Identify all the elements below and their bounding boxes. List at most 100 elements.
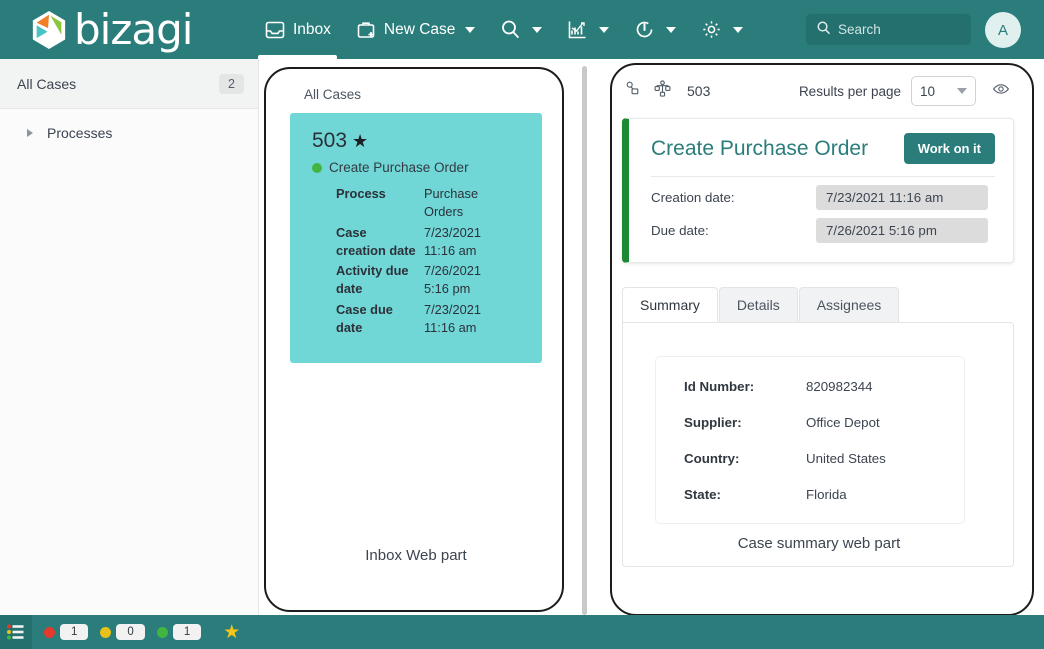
brand-logo[interactable]: bizagi [0, 8, 252, 51]
panel-scrollbar[interactable] [582, 66, 587, 615]
summary-field-key: State: [684, 487, 721, 502]
search-placeholder: Search [838, 22, 881, 37]
list-menu-icon[interactable] [0, 615, 32, 649]
case-field-value: 7/26/2021 5:16 pm [424, 263, 481, 297]
star-filled-icon[interactable]: ★ [223, 621, 240, 644]
task-field-key: Creation date: [651, 190, 735, 205]
work-on-it-button[interactable]: Work on it [903, 133, 995, 164]
process-icons-group [624, 79, 672, 103]
case-number: 503 [687, 83, 711, 99]
tab-assignees[interactable]: Assignees [798, 287, 900, 322]
results-per-page-value: 10 [920, 83, 936, 99]
avatar-initial: A [997, 21, 1008, 39]
status-chip-overdue[interactable]: 1 [44, 624, 89, 640]
summary-field-value: Florida [806, 487, 847, 502]
task-card: Create Purchase Order Work on it Creatio… [622, 118, 1014, 263]
task-field-value: 7/26/2021 5:16 pm [816, 218, 988, 243]
nav-item-analytics[interactable] [554, 0, 621, 59]
status-chip-atrisk[interactable]: 0 [100, 624, 145, 640]
search-icon [816, 20, 831, 40]
nav-item-search[interactable] [487, 0, 554, 59]
summary-field-row: State: Florida [684, 487, 964, 502]
inbox-icon [264, 19, 286, 41]
bottom-status-bar: 1 0 1 ★ [0, 615, 1044, 649]
inbox-webpart-footer-label: Inbox Web part [365, 547, 467, 564]
top-navigation-bar: bizagi Inbox New Case Search A [0, 0, 1044, 59]
search-input[interactable]: Search [806, 14, 971, 45]
summary-field-value: 820982344 [806, 379, 873, 394]
case-summary-header: 503 Results per page 10 [612, 65, 1032, 117]
sidebar-all-cases-label: All Cases [17, 75, 77, 92]
case-tabs: Summary Details Assignees [622, 287, 900, 322]
case-activity-row: Create Purchase Order [312, 160, 524, 175]
status-dot-red [44, 626, 55, 638]
nav-item-refresh[interactable] [621, 0, 688, 59]
chevron-down-icon [532, 26, 543, 33]
chevron-right-icon [27, 129, 33, 137]
case-summary-footer-label: Case summary web part [737, 535, 901, 552]
summary-field-row: Id Number: 820982344 [684, 379, 964, 394]
case-field-key: Activity due date [336, 263, 409, 297]
sidebar-all-cases-count: 2 [219, 73, 244, 94]
summary-field-key: Supplier: [684, 415, 742, 430]
nav-item-new-case[interactable]: New Case [343, 0, 488, 59]
left-sidebar: All Cases 2 Processes [0, 59, 259, 649]
inbox-webpart-title: All Cases [304, 87, 362, 102]
status-dot-green [312, 162, 322, 173]
inbox-case-card[interactable]: 503 ★ Create Purchase Order Process Purc… [290, 113, 542, 363]
summary-field-list: Id Number: 820982344 Supplier: Office De… [655, 356, 965, 524]
chevron-down-icon [599, 26, 610, 33]
results-per-page-select[interactable]: 10 [911, 76, 976, 106]
search-icon [499, 18, 522, 41]
case-field-row: Case due date 7/23/2021 11:16 am [336, 301, 524, 338]
case-field-value: 7/23/2021 11:16 am [424, 301, 481, 336]
sidebar-item-all-cases[interactable]: All Cases 2 [0, 59, 258, 109]
summary-field-key: Id Number: [684, 379, 755, 394]
task-header: Create Purchase Order Work on it [629, 119, 1013, 164]
tab-details[interactable]: Details [718, 287, 798, 322]
status-chip-ontime[interactable]: 1 [156, 624, 202, 640]
case-id-row: 503 ★ [312, 129, 524, 153]
status-chip-value: 1 [60, 624, 89, 640]
nav-label-inbox: Inbox [293, 20, 331, 38]
sidebar-item-processes[interactable]: Processes [0, 109, 258, 141]
task-field-key: Due date: [651, 223, 709, 238]
tab-summary[interactable]: Summary [622, 287, 718, 322]
nav-item-inbox[interactable]: Inbox [252, 0, 343, 59]
summary-field-row: Supplier: Office Depot [684, 415, 964, 430]
summary-field-key: Country: [684, 451, 740, 466]
case-field-key: Process [336, 186, 386, 201]
summary-tab-panel: Id Number: 820982344 Supplier: Office De… [622, 322, 1014, 567]
bizagi-hexagon-logo [32, 10, 66, 49]
chevron-down-icon [465, 26, 476, 33]
case-field-key: Case due date [336, 301, 393, 336]
results-per-page-label: Results per page [798, 83, 901, 99]
status-chip-value: 1 [172, 624, 202, 640]
summary-field-value: United States [806, 451, 886, 466]
avatar[interactable]: A [985, 12, 1021, 48]
status-chip-value: 0 [116, 624, 145, 640]
case-field-row: Process Purchase Orders [336, 185, 524, 222]
sidebar-item-label: Processes [47, 125, 113, 141]
case-field-list: Process Purchase Orders Case creation da… [336, 185, 524, 337]
task-title: Create Purchase Order [651, 136, 869, 160]
nav-item-settings[interactable] [688, 0, 755, 59]
workflow-diagram-icon[interactable] [653, 79, 672, 103]
summary-field-row: Country: United States [684, 451, 964, 466]
case-summary-webpart-panel: 503 Results per page 10 Create Purchase … [610, 63, 1034, 616]
star-filled-icon[interactable]: ★ [352, 131, 368, 152]
case-field-key: Case creation date [336, 224, 416, 258]
bizagi-work-portal: bizagi Inbox New Case Search A All Cases… [0, 0, 1044, 649]
status-dot-yellow [100, 626, 112, 638]
case-field-value: 7/23/2021 11:16 am [424, 224, 481, 258]
task-field-row: Creation date: 7/23/2021 11:16 am [629, 177, 1013, 210]
process-node-icon[interactable] [624, 79, 643, 103]
gear-icon [700, 18, 723, 41]
eye-icon[interactable] [992, 80, 1010, 103]
refresh-icon [633, 18, 656, 41]
task-field-row: Due date: 7/26/2021 5:16 pm [629, 210, 1013, 243]
summary-field-value: Office Depot [806, 415, 880, 430]
chevron-down-icon [666, 26, 677, 33]
nav-label-new-case: New Case [383, 20, 456, 38]
case-activity-name: Create Purchase Order [329, 160, 469, 175]
